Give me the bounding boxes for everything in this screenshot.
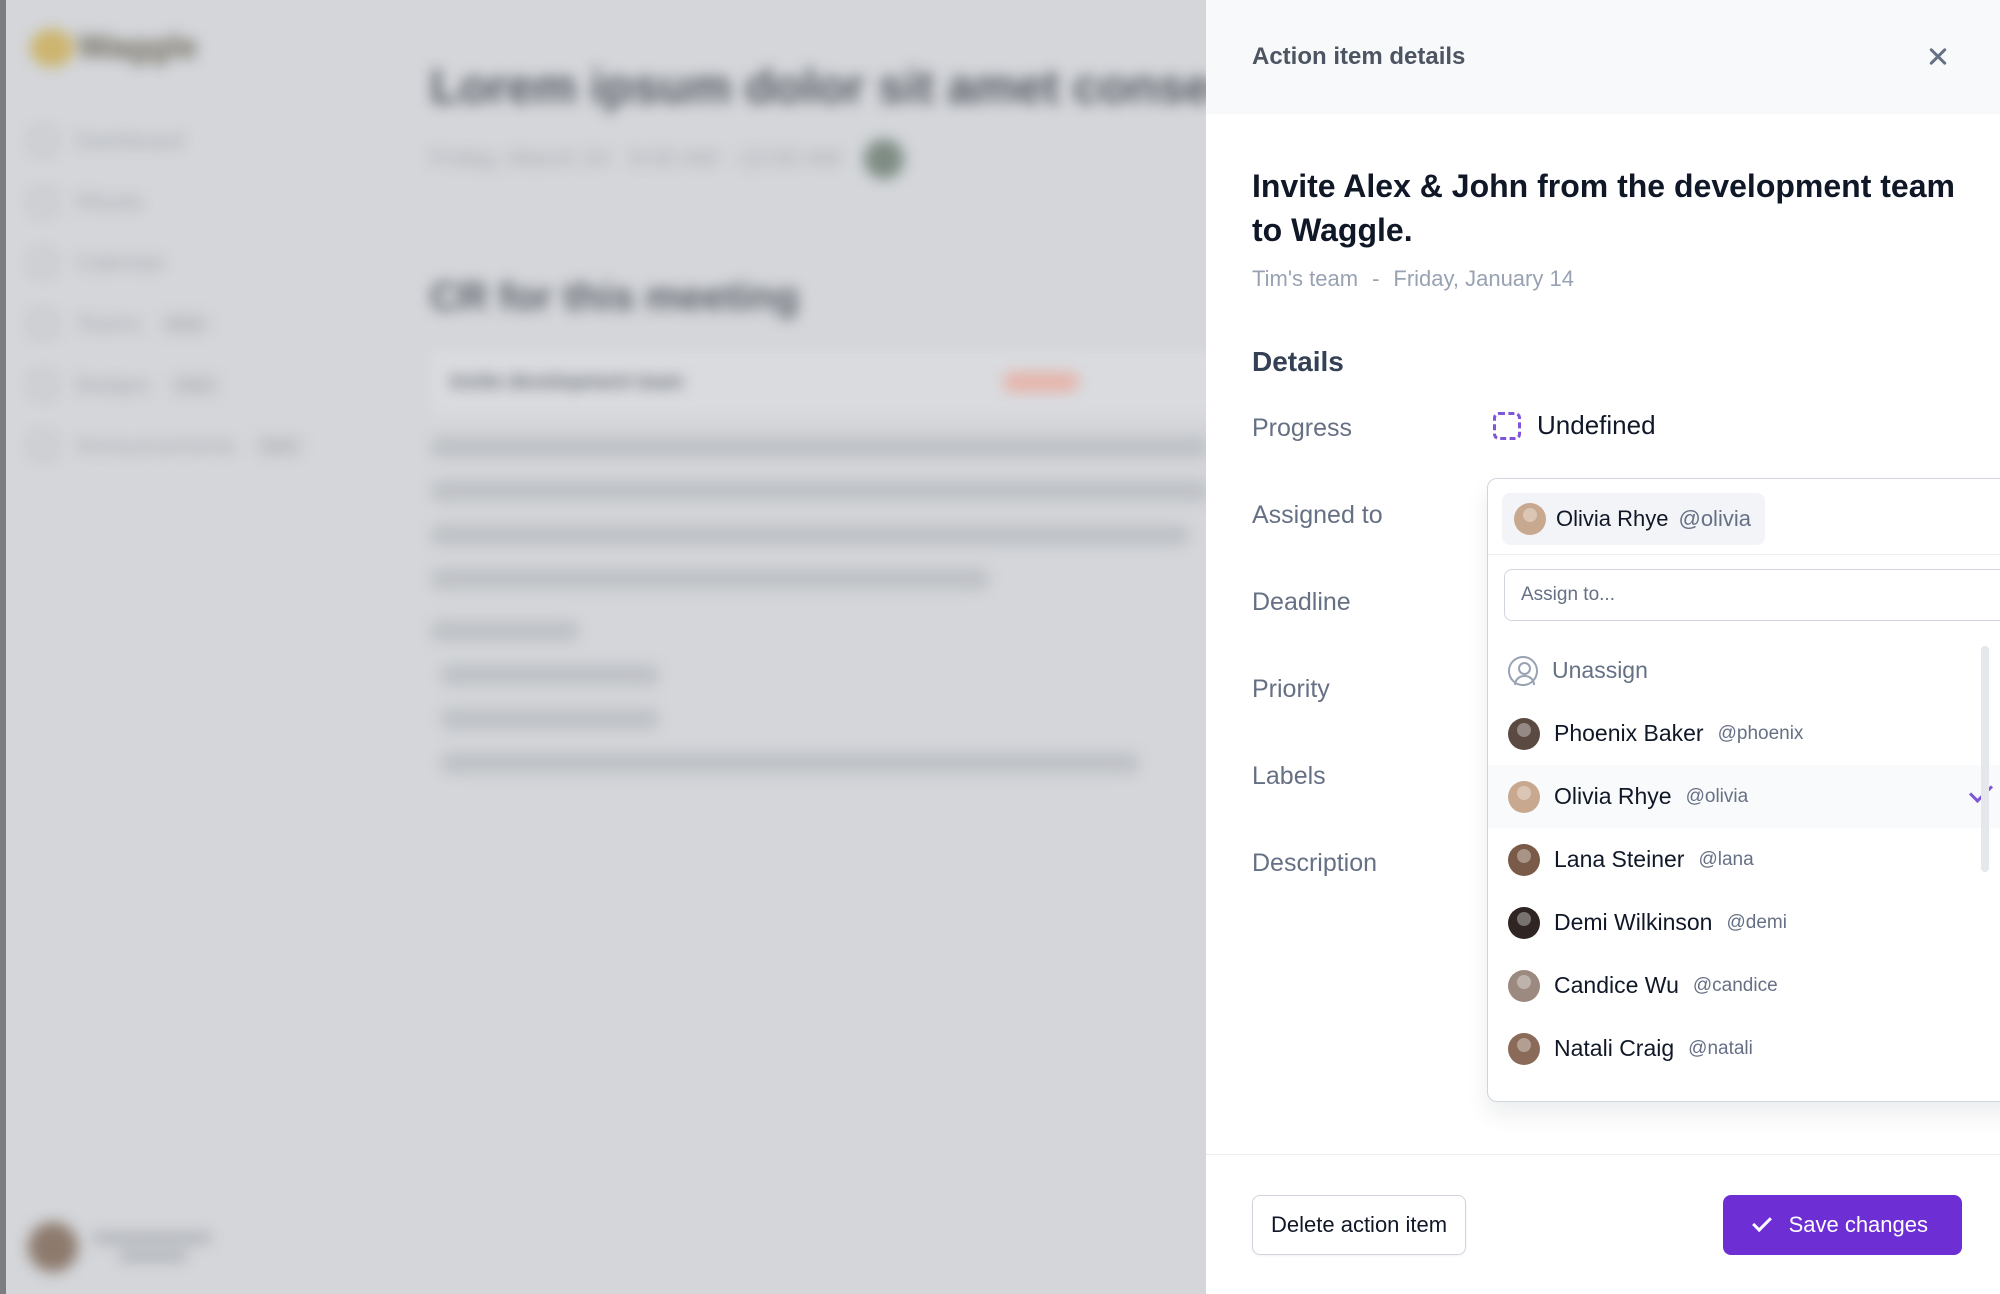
- user-circle-icon: [1508, 655, 1538, 686]
- option-name: Olivia Rhye: [1554, 783, 1672, 809]
- check-icon: [1751, 1211, 1772, 1232]
- avatar: [1508, 780, 1540, 813]
- meta-separator: -: [1372, 266, 1380, 291]
- save-changes-button[interactable]: Save changes: [1722, 1194, 1962, 1255]
- option-name: Natali Craig: [1554, 1035, 1675, 1061]
- details-heading: Details: [1252, 346, 1344, 377]
- avatar: [1514, 503, 1546, 535]
- assignee-option-candice[interactable]: Candice Wu @candice: [1488, 954, 2000, 1017]
- save-changes-label: Save changes: [1788, 1211, 1928, 1237]
- labels-label: Labels: [1252, 762, 1326, 790]
- option-name: Lana Steiner: [1554, 846, 1685, 872]
- progress-status-icon: [1493, 411, 1521, 440]
- progress-value: Undefined: [1537, 410, 1656, 440]
- option-name: Phoenix Baker: [1554, 720, 1704, 746]
- background-main: Lorem ipsum dolor sit amet consectetur F…: [430, 60, 1206, 796]
- action-item-meta: Tim's team - Friday, January 14: [1252, 266, 1954, 292]
- option-handle: @natali: [1688, 1037, 1753, 1059]
- avatar: [1508, 906, 1540, 939]
- option-name: Candice Wu: [1554, 972, 1679, 998]
- background-app: Waggle Dashboard Rituals Calendar Teams N…: [0, 0, 1206, 1294]
- progress-field[interactable]: Undefined: [1493, 410, 1656, 441]
- option-handle: @candice: [1692, 974, 1778, 996]
- description-label: Description: [1252, 849, 1378, 877]
- assignee-selected-area: Olivia Rhye @olivia: [1488, 479, 2000, 555]
- unassign-option[interactable]: Unassign: [1488, 639, 2000, 702]
- progress-label: Progress: [1252, 414, 1353, 442]
- action-item-title: Invite Alex & John from the development …: [1252, 168, 1955, 248]
- panel-title: Action item details: [1252, 43, 1466, 70]
- assignee-option-lana[interactable]: Lana Steiner @lana: [1488, 828, 2000, 891]
- team-name: Tim's team: [1252, 266, 1359, 291]
- assignee-option-phoenix[interactable]: Phoenix Baker @phoenix: [1488, 702, 2000, 765]
- dropdown-scrollbar[interactable]: [1981, 646, 1989, 872]
- option-handle: @demi: [1726, 911, 1787, 933]
- assignee-options-list: Unassign Phoenix Baker @phoenix Olivia R…: [1488, 639, 2000, 1080]
- avatar: [1508, 969, 1540, 1002]
- assign-search-input[interactable]: [1504, 569, 2000, 621]
- selected-assignee-name: Olivia Rhye: [1556, 506, 1669, 531]
- assigned-to-label: Assigned to: [1252, 501, 1383, 529]
- action-item-panel: Action item details Invite Alex & John f…: [1206, 0, 2000, 1294]
- background-sidebar: Waggle Dashboard Rituals Calendar Teams N…: [0, 0, 360, 1294]
- assignee-option-olivia[interactable]: Olivia Rhye @olivia: [1488, 765, 2000, 828]
- panel-header: Action item details: [1206, 0, 2000, 114]
- assignee-option-natali[interactable]: Natali Craig @natali: [1488, 1017, 2000, 1080]
- panel-footer: Delete action item Save changes: [1206, 1154, 2000, 1294]
- priority-label: Priority: [1252, 675, 1330, 703]
- option-handle: @olivia: [1685, 785, 1749, 807]
- unassign-label: Unassign: [1552, 657, 1648, 683]
- avatar: [1508, 1032, 1540, 1065]
- delete-action-item-button[interactable]: Delete action item: [1252, 1194, 1467, 1255]
- close-icon[interactable]: [1922, 41, 1954, 73]
- background-logo: Waggle: [30, 28, 198, 67]
- avatar: [1508, 717, 1540, 750]
- option-name: Demi Wilkinson: [1554, 909, 1713, 935]
- option-handle: @phoenix: [1717, 722, 1804, 744]
- selected-assignee-handle: @olivia: [1678, 506, 1751, 531]
- assignee-dropdown[interactable]: Olivia Rhye @olivia Unassign Phoenix Bak…: [1487, 478, 2000, 1102]
- selected-assignee-chip[interactable]: Olivia Rhye @olivia: [1502, 493, 1765, 545]
- action-item-date: Friday, January 14: [1393, 266, 1574, 291]
- option-handle: @lana: [1698, 848, 1754, 870]
- assignee-option-demi[interactable]: Demi Wilkinson @demi: [1488, 891, 2000, 954]
- avatar: [1508, 843, 1540, 876]
- deadline-label: Deadline: [1252, 588, 1351, 616]
